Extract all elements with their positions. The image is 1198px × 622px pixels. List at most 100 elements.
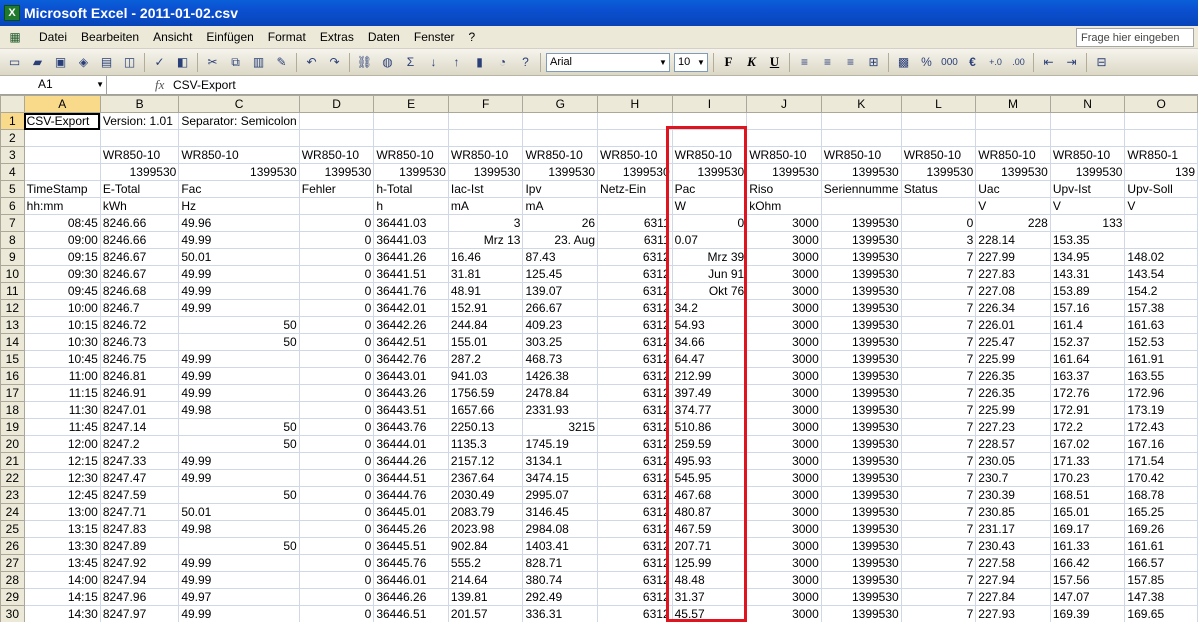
cell-o5[interactable]: Upv-Soll <box>1124 180 1198 198</box>
function-icon[interactable]: fx <box>107 77 167 93</box>
cell-i13[interactable]: 54.93 <box>671 316 748 334</box>
cell-f14[interactable]: 155.01 <box>447 333 524 351</box>
cell-e16[interactable]: 36443.01 <box>373 367 449 385</box>
row-header[interactable]: 22 <box>0 469 25 487</box>
cell-i5[interactable]: Pac <box>671 180 748 198</box>
help-icon[interactable]: ? <box>515 52 536 73</box>
column-header-i[interactable]: I <box>671 95 748 113</box>
cell-d17[interactable]: 0 <box>298 384 375 402</box>
cell-o7[interactable] <box>1124 214 1198 232</box>
row-header[interactable]: 11 <box>0 282 25 300</box>
cell-b7[interactable]: 8246.66 <box>99 214 180 232</box>
sort-ascending-icon[interactable]: ↓ <box>423 52 444 73</box>
menu-einfuegen[interactable]: Einfügen <box>199 26 260 48</box>
cell-g24[interactable]: 3146.45 <box>522 503 599 521</box>
cell-m8[interactable]: 228.14 <box>975 231 1051 249</box>
cell-n18[interactable]: 172.91 <box>1049 401 1126 419</box>
cell-a9[interactable]: 09:15 <box>23 248 101 266</box>
cell-i3[interactable]: WR850-10 <box>671 146 748 164</box>
cell-c22[interactable]: 49.99 <box>178 469 300 487</box>
cell-b27[interactable]: 8247.92 <box>99 554 180 572</box>
cell-g1[interactable] <box>522 112 599 130</box>
cell-g26[interactable]: 1403.41 <box>522 537 599 555</box>
decrease-indent-icon[interactable]: ⇤ <box>1038 52 1059 73</box>
cell-g14[interactable]: 303.25 <box>522 333 599 351</box>
cell-m6[interactable]: V <box>975 197 1051 215</box>
cell-i25[interactable]: 467.59 <box>671 520 748 538</box>
cell-c17[interactable]: 49.99 <box>178 384 300 402</box>
cell-o28[interactable]: 157.85 <box>1124 571 1198 589</box>
cell-m2[interactable] <box>975 129 1051 147</box>
cell-f8[interactable]: Mrz 13 <box>447 231 524 249</box>
cell-e8[interactable]: 36441.03 <box>373 231 449 249</box>
cell-o23[interactable]: 168.78 <box>1124 486 1198 504</box>
cell-l25[interactable]: 7 <box>900 520 977 538</box>
cell-d7[interactable]: 0 <box>298 214 375 232</box>
cell-k13[interactable]: 1399530 <box>820 316 902 334</box>
cell-c7[interactable]: 49.96 <box>178 214 300 232</box>
cell-n17[interactable]: 172.76 <box>1049 384 1126 402</box>
cell-m10[interactable]: 227.83 <box>975 265 1051 283</box>
cell-d28[interactable]: 0 <box>298 571 375 589</box>
cell-l11[interactable]: 7 <box>900 282 977 300</box>
cell-m26[interactable]: 230.43 <box>975 537 1051 555</box>
cell-l16[interactable]: 7 <box>900 367 977 385</box>
cell-f6[interactable]: mA <box>447 197 524 215</box>
chevron-down-icon[interactable]: ▼ <box>96 76 104 94</box>
cell-b29[interactable]: 8247.96 <box>99 588 180 606</box>
research-icon[interactable]: ◧ <box>172 52 193 73</box>
cell-f5[interactable]: Iac-Ist <box>447 180 524 198</box>
undo-icon[interactable]: ↶ <box>301 52 322 73</box>
row-header[interactable]: 12 <box>0 299 25 317</box>
cell-n4[interactable]: 1399530 <box>1049 163 1126 181</box>
cell-i15[interactable]: 64.47 <box>671 350 748 368</box>
cell-l29[interactable]: 7 <box>900 588 977 606</box>
cell-i9[interactable]: Mrz 39 <box>671 248 748 266</box>
cell-d1[interactable] <box>298 112 375 130</box>
cell-n12[interactable]: 157.16 <box>1049 299 1126 317</box>
cell-a24[interactable]: 13:00 <box>23 503 101 521</box>
cell-o2[interactable] <box>1124 129 1198 147</box>
cell-l22[interactable]: 7 <box>900 469 977 487</box>
cell-a7[interactable]: 08:45 <box>23 214 101 232</box>
cell-d2[interactable] <box>298 129 375 147</box>
cell-c14[interactable]: 50 <box>178 333 300 351</box>
cell-k20[interactable]: 1399530 <box>820 435 902 453</box>
autosum-icon[interactable]: Σ <box>400 52 421 73</box>
cell-o4[interactable]: 139 <box>1124 163 1198 181</box>
cell-f20[interactable]: 1135.3 <box>447 435 524 453</box>
open-folder-icon[interactable]: ▰ <box>27 52 48 73</box>
cell-f1[interactable] <box>447 112 524 130</box>
cell-g18[interactable]: 2331.93 <box>522 401 599 419</box>
cell-o22[interactable]: 170.42 <box>1124 469 1198 487</box>
euro-button[interactable]: € <box>962 52 983 73</box>
cell-e27[interactable]: 36445.76 <box>373 554 449 572</box>
column-header-o[interactable]: O <box>1124 95 1198 113</box>
cell-h30[interactable]: 6312 <box>597 605 673 622</box>
cell-c23[interactable]: 50 <box>178 486 300 504</box>
cell-n9[interactable]: 134.95 <box>1049 248 1126 266</box>
cell-i27[interactable]: 125.99 <box>671 554 748 572</box>
cell-c24[interactable]: 50.01 <box>178 503 300 521</box>
cell-b16[interactable]: 8246.81 <box>99 367 180 385</box>
cell-c1[interactable]: Separator: Semicolon <box>178 112 300 130</box>
cell-m21[interactable]: 230.05 <box>975 452 1051 470</box>
cell-c28[interactable]: 49.99 <box>178 571 300 589</box>
cell-o20[interactable]: 167.16 <box>1124 435 1198 453</box>
cell-k22[interactable]: 1399530 <box>820 469 902 487</box>
cell-f12[interactable]: 152.91 <box>447 299 524 317</box>
cell-c13[interactable]: 50 <box>178 316 300 334</box>
cell-l15[interactable]: 7 <box>900 350 977 368</box>
cell-g21[interactable]: 3134.1 <box>522 452 599 470</box>
cell-d19[interactable]: 0 <box>298 418 375 436</box>
cell-f18[interactable]: 1657.66 <box>447 401 524 419</box>
cell-h9[interactable]: 6312 <box>597 248 673 266</box>
cell-m16[interactable]: 226.35 <box>975 367 1051 385</box>
cell-j12[interactable]: 3000 <box>746 299 822 317</box>
cell-l26[interactable]: 7 <box>900 537 977 555</box>
cell-e23[interactable]: 36444.76 <box>373 486 449 504</box>
cell-e2[interactable] <box>373 129 449 147</box>
select-all-corner[interactable] <box>0 95 25 113</box>
cell-j28[interactable]: 3000 <box>746 571 822 589</box>
increase-indent-icon[interactable]: ⇥ <box>1061 52 1082 73</box>
